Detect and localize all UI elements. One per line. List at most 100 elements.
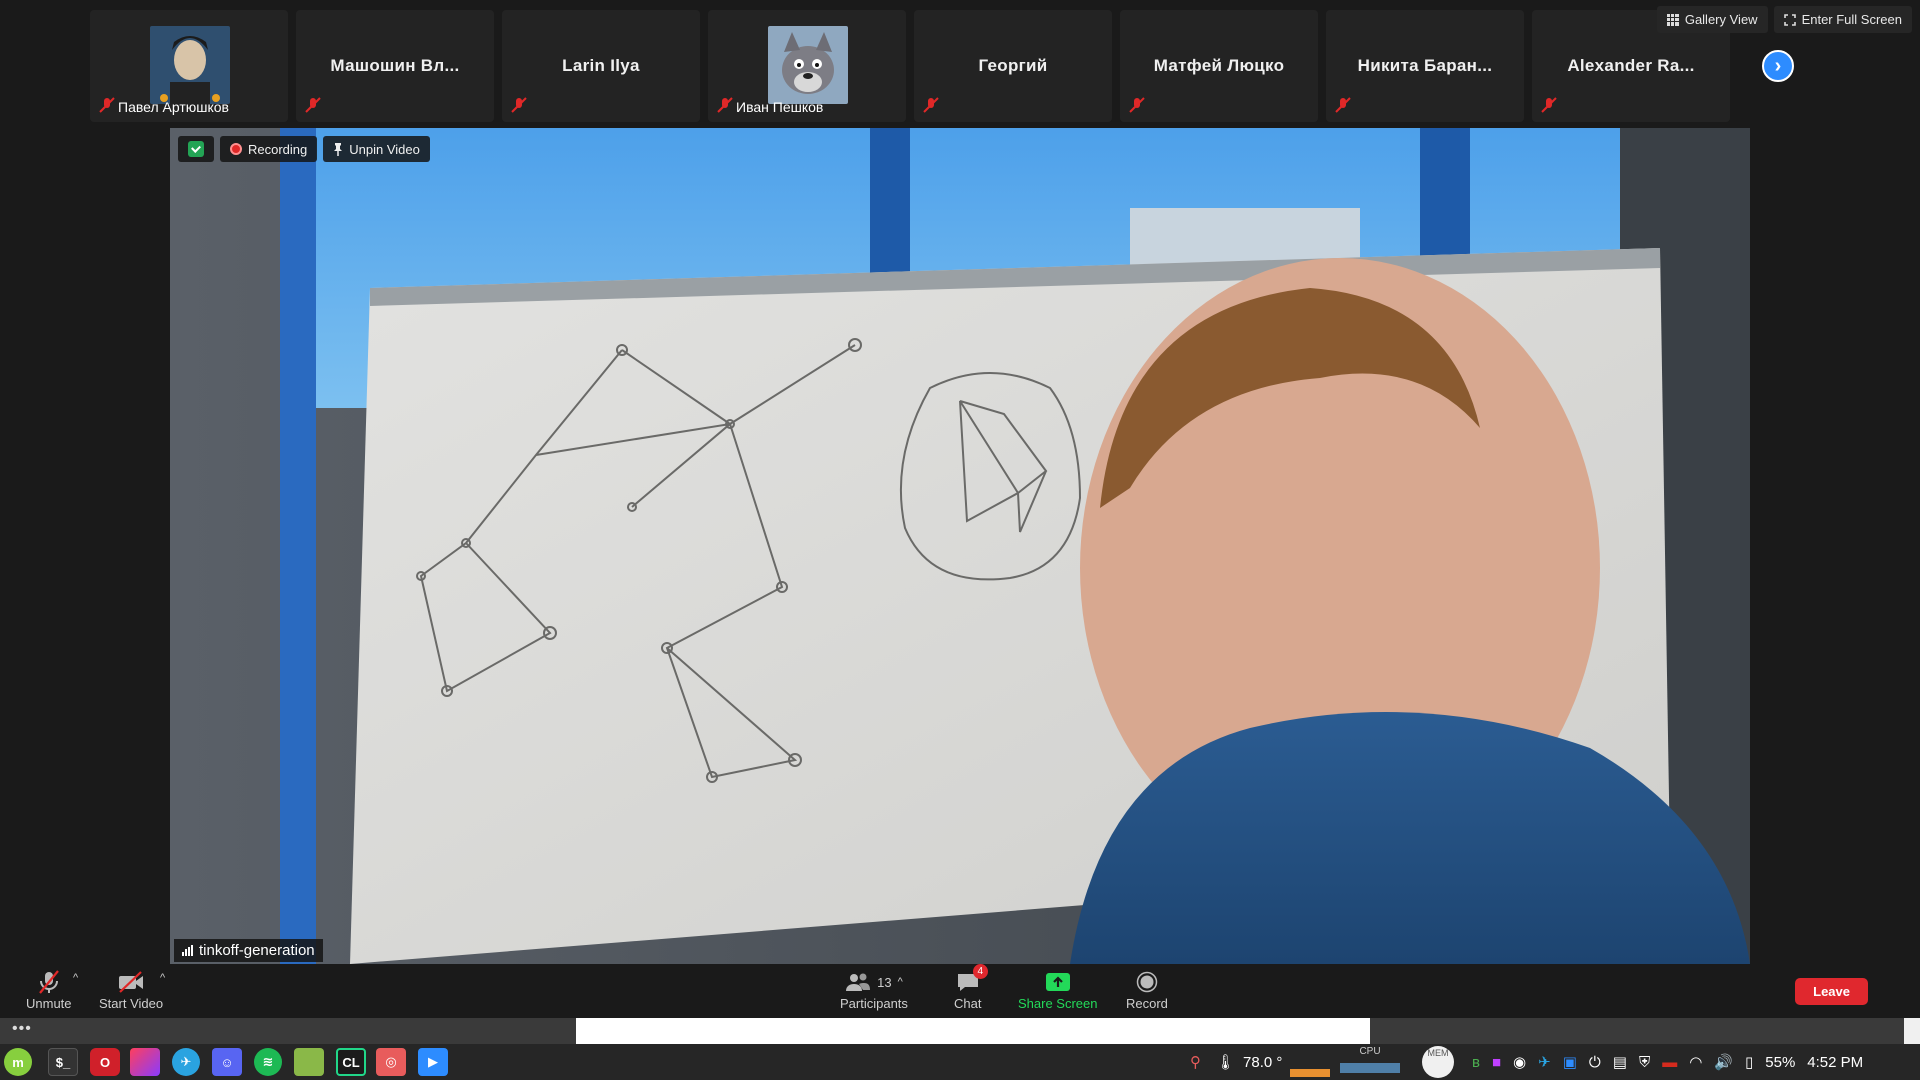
- muted-mic-icon: [1541, 97, 1557, 113]
- muted-mic-icon: [923, 97, 939, 113]
- app-tray-icon[interactable]: ■: [1492, 1054, 1501, 1071]
- start-video-button[interactable]: Start Video: [99, 970, 163, 1011]
- volume-icon[interactable]: 🔊: [1714, 1053, 1733, 1071]
- terminal-icon[interactable]: $_: [48, 1048, 78, 1076]
- zoom-app-icon[interactable]: ▶: [418, 1048, 448, 1076]
- video-options-caret-icon[interactable]: ^: [160, 972, 165, 984]
- participant-name: Машошин Вл...: [330, 56, 460, 75]
- app-tile-icon[interactable]: [130, 1048, 160, 1076]
- battery-icon[interactable]: ▯: [1745, 1053, 1753, 1071]
- more-options-icon[interactable]: •••: [12, 1020, 32, 1038]
- clion-icon[interactable]: CL: [336, 1048, 366, 1076]
- power-icon[interactable]: ⏻: [1589, 1054, 1601, 1071]
- participant-tile[interactable]: Павел Артюшков: [90, 10, 288, 122]
- speaker-name-tag: tinkoff-generation: [174, 939, 323, 962]
- clipboard-icon[interactable]: ▤: [1613, 1053, 1627, 1071]
- thermometer-icon: 🌡: [1216, 1054, 1236, 1071]
- tray-icons: ʙ ■ ◉ ✈ ▣ ⏻ ▤ ⛨ ▬ ◠ 🔊 ▯ 55% 4:52 PM: [1472, 1044, 1863, 1080]
- unpin-label: Unpin Video: [349, 141, 420, 157]
- shield-icon: [188, 141, 204, 157]
- telegram-icon[interactable]: ✈: [172, 1048, 200, 1076]
- unpin-video-button[interactable]: Unpin Video: [323, 136, 430, 162]
- share-screen-icon: [1045, 973, 1070, 991]
- memory-monitor: MEM: [1422, 1044, 1454, 1080]
- video-overlay-controls: Recording Unpin Video: [178, 136, 430, 162]
- leave-button[interactable]: Leave: [1795, 978, 1868, 1005]
- cpu-monitor: CPU: [1340, 1044, 1400, 1080]
- signal-bars-icon: [182, 945, 193, 956]
- start-video-label: Start Video: [99, 996, 164, 1011]
- next-page-arrow-icon[interactable]: ›: [1762, 50, 1794, 82]
- wifi-icon[interactable]: ◠: [1689, 1053, 1702, 1071]
- participant-tile[interactable]: Иван Пешков: [708, 10, 906, 122]
- full-screen-label: Enter Full Screen: [1801, 12, 1902, 27]
- files-folder-icon[interactable]: [294, 1048, 324, 1076]
- participant-name: Larin Ilya: [562, 56, 640, 75]
- system-taskbar: m $_ O ✈ ☺ ≋ CL ◎ ▶ ⚲ 🌡 78.0 ° CPU MEM ʙ…: [0, 1044, 1920, 1080]
- shield-tray-icon[interactable]: ⛨: [1639, 1054, 1650, 1071]
- participant-avatar: [150, 26, 230, 104]
- chat-button[interactable]: 4 Chat: [954, 964, 988, 1011]
- discord-icon[interactable]: ☺: [212, 1048, 242, 1076]
- gallery-view-button[interactable]: Gallery View: [1656, 6, 1768, 33]
- blank-panel: [576, 1018, 1370, 1044]
- record-button[interactable]: Record: [1126, 970, 1168, 1011]
- expand-icon: [1783, 13, 1796, 26]
- muted-mic-icon: [1129, 97, 1145, 113]
- muted-mic-icon: [1335, 97, 1351, 113]
- pin-icon: [334, 143, 343, 156]
- muted-mic-icon: [305, 97, 321, 113]
- chat-label: Chat: [954, 996, 982, 1011]
- participant-tile[interactable]: Машошин Вл...: [296, 10, 494, 122]
- recording-label: Recording: [248, 141, 308, 157]
- speaker-name: tinkoff-generation: [199, 942, 315, 959]
- muted-mic-icon: [38, 970, 59, 994]
- keyboard-layout-flag-icon[interactable]: ▬: [1662, 1054, 1677, 1071]
- linux-mint-menu-icon[interactable]: m: [4, 1048, 32, 1076]
- record-label: Record: [1126, 996, 1168, 1011]
- grid-icon: [1666, 13, 1679, 26]
- record-icon: [1136, 971, 1158, 993]
- zoom-tray-icon[interactable]: ▣: [1563, 1053, 1577, 1071]
- screenshot-app-icon[interactable]: ◎: [376, 1048, 406, 1076]
- participant-tile[interactable]: Никита Баран...: [1326, 10, 1524, 122]
- participant-avatar: [768, 26, 848, 104]
- participant-tile[interactable]: Матфей Люцко: [1120, 10, 1318, 122]
- full-screen-button[interactable]: Enter Full Screen: [1773, 6, 1912, 33]
- participants-caret-icon[interactable]: ^: [898, 976, 903, 988]
- share-screen-label: Share Screen: [1018, 996, 1098, 1011]
- clock[interactable]: 4:52 PM: [1807, 1054, 1863, 1071]
- opera-icon[interactable]: O: [90, 1048, 120, 1076]
- participant-name: Иван Пешков: [736, 99, 824, 115]
- scroll-down-icon[interactable]: [1904, 1018, 1920, 1044]
- obs-icon[interactable]: ◉: [1513, 1053, 1526, 1071]
- muted-mic-icon: [717, 97, 733, 113]
- audio-options-caret-icon[interactable]: ^: [73, 972, 78, 984]
- bluetooth-icon[interactable]: ʙ: [1472, 1054, 1480, 1071]
- telegram-tray-icon[interactable]: ✈: [1538, 1053, 1551, 1071]
- spotify-icon[interactable]: ≋: [254, 1048, 282, 1076]
- encryption-badge[interactable]: [178, 136, 214, 162]
- meeting-toolbar: Unmute ^ Start Video ^ 13 ^ Participants…: [0, 964, 1920, 1018]
- muted-mic-icon: [511, 97, 527, 113]
- participants-count: 13: [877, 974, 892, 990]
- participant-tile[interactable]: Георгий: [914, 10, 1112, 122]
- participant-name: Никита Баран...: [1357, 56, 1493, 75]
- participant-tile[interactable]: Larin Ilya: [502, 10, 700, 122]
- temperature-readout: 🌡 78.0 °: [1216, 1044, 1282, 1080]
- location-pin-icon[interactable]: ⚲: [1190, 1044, 1201, 1080]
- participants-button[interactable]: 13 ^ Participants: [840, 970, 908, 1011]
- participant-strip: Павел Артюшков Машошин Вл... Larin Ilya: [90, 10, 1730, 122]
- lower-panel: •••: [0, 1018, 1920, 1044]
- gallery-view-label: Gallery View: [1684, 12, 1758, 27]
- participant-name: Георгий: [978, 56, 1048, 75]
- share-screen-button[interactable]: Share Screen: [1018, 970, 1098, 1011]
- recording-indicator[interactable]: Recording: [220, 136, 318, 162]
- video-frame-image: [170, 128, 1750, 964]
- participant-name: Матфей Люцко: [1153, 56, 1285, 75]
- record-dot-icon: [230, 143, 242, 155]
- video-off-icon: [119, 971, 144, 993]
- unmute-button[interactable]: Unmute: [26, 970, 72, 1011]
- muted-mic-icon: [99, 97, 115, 113]
- zoom-window: Павел Артюшков Машошин Вл... Larin Ilya: [0, 0, 1920, 1018]
